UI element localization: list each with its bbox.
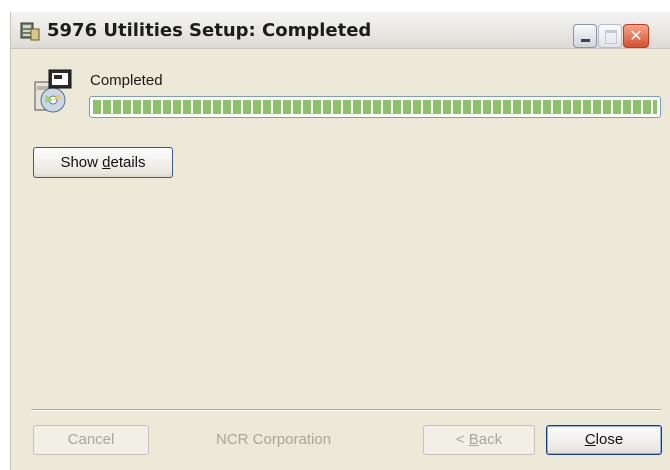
minimize-icon[interactable] (573, 24, 597, 48)
installer-package-icon (34, 69, 72, 113)
setup-window: 5976 Utilities Setup: Completed ✕ Comple… (10, 12, 670, 470)
setup-app-icon (20, 22, 40, 41)
show-details-button[interactable]: Show details (33, 147, 173, 178)
footer-separator (31, 409, 661, 411)
progress-fill (93, 100, 657, 114)
cancel-button[interactable]: Cancel (33, 425, 149, 455)
close-label-suffix: lose (595, 431, 624, 448)
back-button[interactable]: < Back (423, 425, 535, 455)
title-bar[interactable]: 5976 Utilities Setup: Completed ✕ (11, 12, 670, 49)
close-button[interactable]: Close (546, 425, 662, 455)
show-details-accel: d (102, 154, 111, 171)
progress-bar (89, 96, 661, 118)
maximize-icon[interactable] (598, 24, 622, 48)
back-label-prefix: < (455, 431, 469, 448)
close-icon[interactable]: ✕ (623, 24, 649, 48)
branding-text: NCR Corporation (216, 431, 332, 448)
show-details-label-suffix: etails (110, 154, 146, 171)
show-details-label-prefix: Show (60, 154, 103, 171)
status-label: Completed (90, 72, 163, 89)
window-title: 5976 Utilities Setup: Completed (47, 20, 372, 41)
close-accel: C (584, 431, 596, 448)
back-accel: B (468, 431, 479, 448)
back-label-suffix: ack (478, 431, 503, 448)
